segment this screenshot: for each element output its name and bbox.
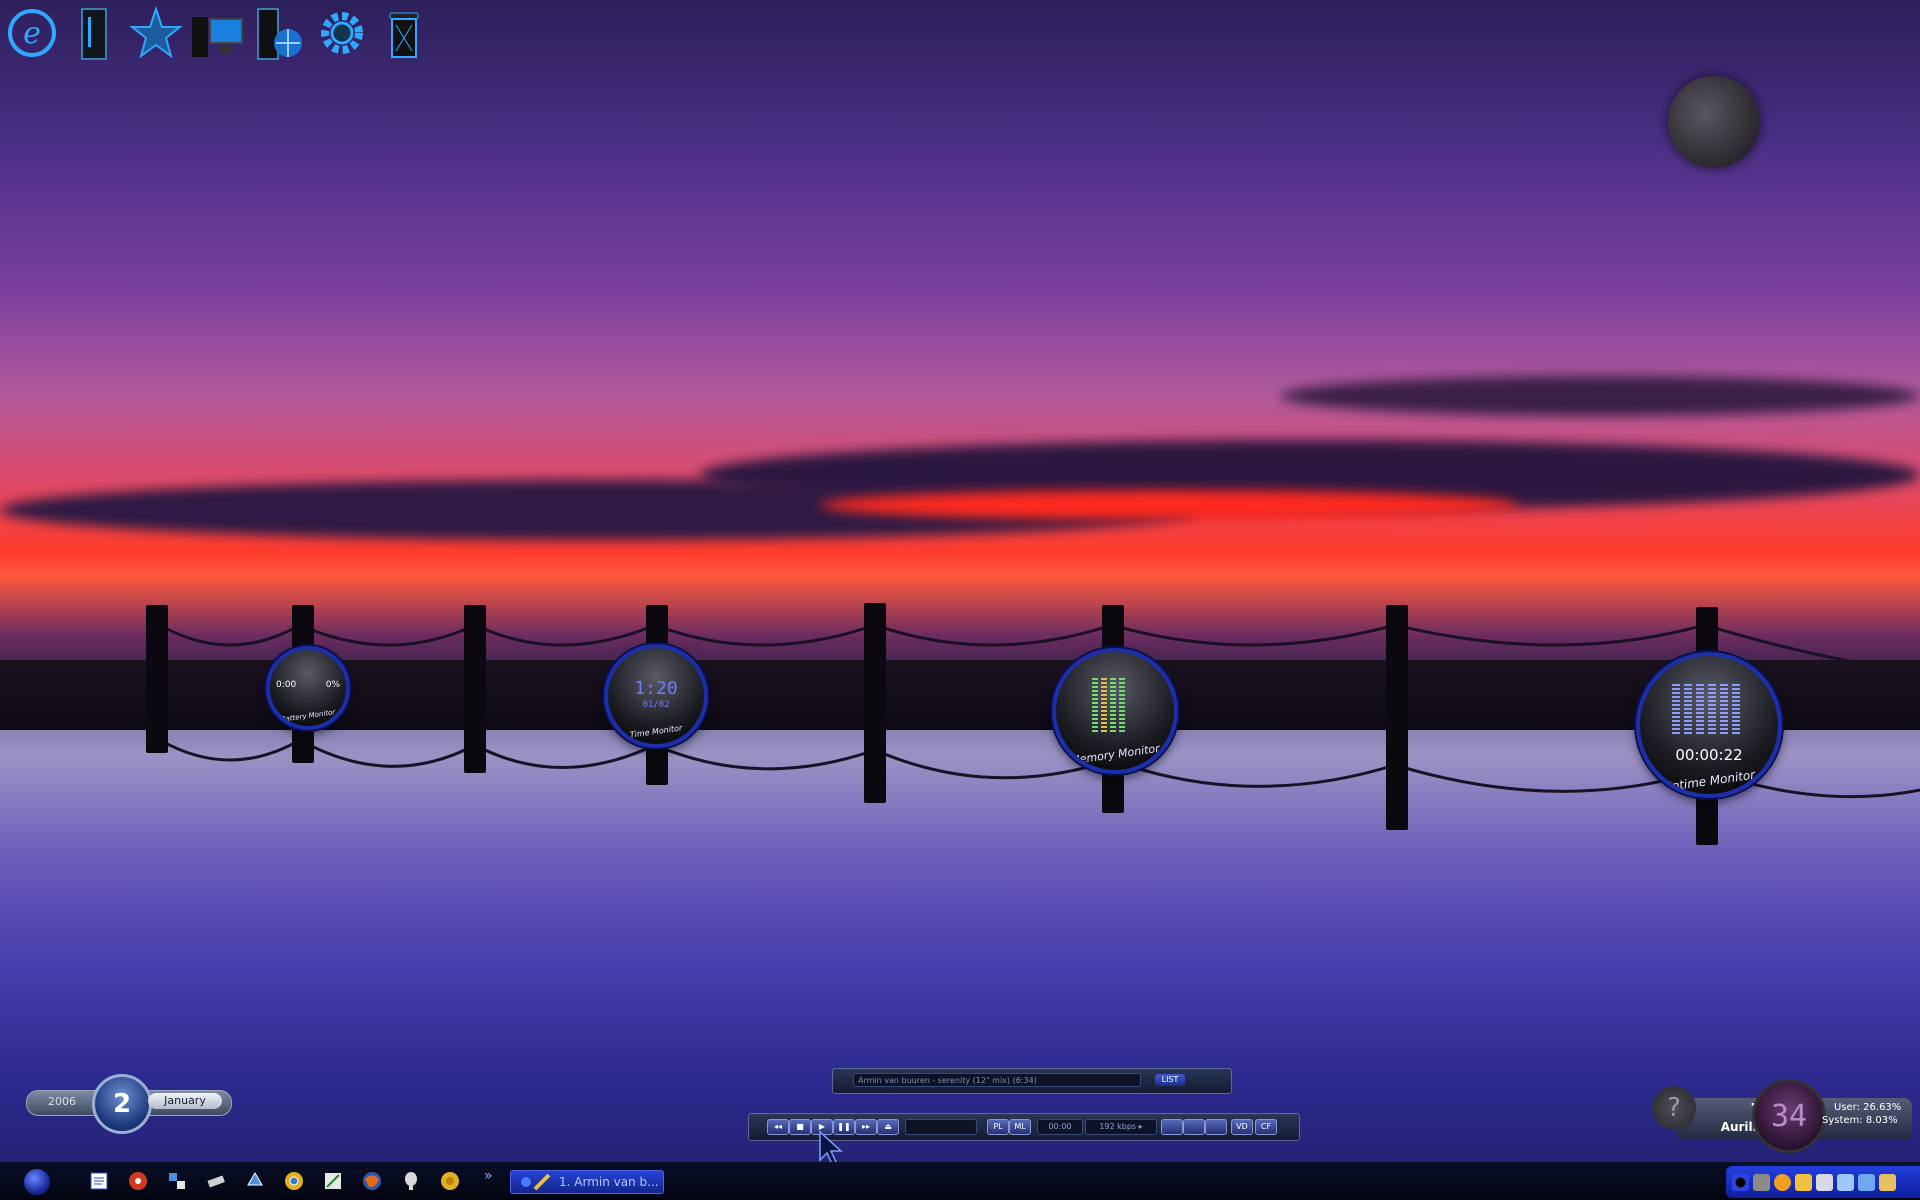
battery-monitor-gadget[interactable]: 0:00 0% Battery Monitor [266, 646, 350, 730]
pier-post [864, 603, 886, 803]
uptime-bar [1672, 684, 1680, 734]
quick-launch [84, 1167, 464, 1195]
uptime-monitor-gadget[interactable]: 00:00:22 Uptime Monitor [1636, 652, 1782, 798]
memory-bar [1101, 678, 1107, 734]
player-repeat-icon[interactable] [1161, 1119, 1183, 1135]
ie-icon[interactable]: e [4, 5, 60, 61]
calendar-year: 2006 [48, 1095, 76, 1108]
recycle-icon[interactable] [240, 1167, 269, 1195]
memory-monitor-gadget[interactable]: Memory Monitor [1052, 648, 1178, 774]
player-prev-button[interactable]: ◂◂ [767, 1119, 789, 1135]
weather-icon: ? [1652, 1086, 1696, 1130]
start-button[interactable] [24, 1169, 50, 1195]
uptime-value: 00:00:22 [1675, 746, 1743, 764]
pier-post [464, 605, 486, 773]
player-eject-button[interactable]: ⏏ [877, 1119, 899, 1135]
script-icon[interactable] [318, 1167, 347, 1195]
player-track-title: Armin van buuren - serenity (12" mix) (6… [853, 1073, 1141, 1087]
quick-launch-more[interactable]: » [484, 1168, 493, 1184]
uptime-bar [1684, 684, 1692, 734]
player-task-icon [521, 1173, 551, 1191]
tower-icon[interactable] [66, 5, 122, 61]
memory-bar [1119, 678, 1125, 734]
taskbar-item-player[interactable]: 1. Armin van b... [510, 1170, 664, 1194]
player-stop-button[interactable]: ■ [789, 1119, 811, 1135]
player-eq-icon[interactable] [1183, 1119, 1205, 1135]
calendar-month: January [148, 1093, 222, 1109]
my-computer-icon[interactable] [190, 5, 246, 61]
burn-icon[interactable] [123, 1167, 152, 1195]
player-shuffle-icon[interactable] [1205, 1119, 1227, 1135]
time-clock: 1:20 [634, 678, 678, 699]
tray-icon-3[interactable] [1774, 1173, 1791, 1191]
player-bitrate: 192 kbps ▸ [1085, 1119, 1157, 1135]
player-vd-button[interactable]: VD [1231, 1119, 1253, 1135]
svg-text:e: e [23, 16, 41, 51]
tray-icon-4[interactable] [1795, 1173, 1812, 1191]
uptime-bar [1708, 684, 1716, 734]
player-volume-slider[interactable] [905, 1119, 977, 1135]
tray-icon-5[interactable] [1816, 1173, 1833, 1191]
tray-icon-7[interactable] [1858, 1173, 1875, 1191]
tray-icon-8[interactable] [1879, 1173, 1896, 1191]
memory-bar [1092, 678, 1098, 734]
notepad-icon[interactable] [84, 1167, 113, 1195]
favorites-star-icon[interactable] [128, 5, 184, 61]
tray-icon-2[interactable] [1753, 1173, 1770, 1191]
uptime-bar [1696, 684, 1704, 734]
taskbar-item-label: 1. Armin van b... [559, 1175, 659, 1189]
cpu-meter[interactable]: 34 [1752, 1079, 1826, 1153]
player-next-button[interactable]: ▸▸ [855, 1119, 877, 1135]
uptime-bar [1732, 684, 1740, 734]
recycle-bin-icon[interactable] [376, 5, 432, 61]
uptime-bar [1720, 684, 1728, 734]
memory-bars [1092, 678, 1125, 734]
alien-icon[interactable] [396, 1167, 425, 1195]
player-ml-button[interactable]: ML [1009, 1119, 1031, 1135]
player-time: 00:00 [1037, 1119, 1083, 1135]
player-pl-button[interactable]: PL [987, 1119, 1009, 1135]
calendar-widget[interactable]: 2006 2 January [22, 1074, 232, 1134]
firefox-icon[interactable] [357, 1167, 386, 1195]
pier-post [1386, 605, 1408, 830]
system-tray [1726, 1166, 1920, 1198]
tray-icon-6[interactable] [1837, 1173, 1854, 1191]
settings-gear-icon[interactable] [314, 5, 370, 61]
media-player-playlist-bar: Armin van buuren - serenity (12" mix) (6… [832, 1068, 1232, 1094]
ra-icon[interactable] [435, 1167, 464, 1195]
player-list-button[interactable]: LIST [1155, 1074, 1185, 1086]
memory-bar [1110, 678, 1116, 734]
chrome-icon[interactable] [279, 1167, 308, 1195]
player-cf-button[interactable]: CF [1255, 1119, 1277, 1135]
pier-chains [159, 623, 1920, 799]
battery-percent: 0% [325, 680, 340, 690]
battery-time: 0:00 [276, 680, 297, 690]
taskbar: » 1. Armin van b... [0, 1162, 1920, 1200]
network-icon[interactable] [252, 5, 308, 61]
time-date: 01/02 [642, 700, 670, 710]
network-tool-icon[interactable] [162, 1167, 191, 1195]
tray-icon-1[interactable] [1732, 1173, 1749, 1191]
cpu-system-usage: System: 8.03% [1822, 1115, 1898, 1126]
cpu-user-usage: User: 26.63% [1834, 1102, 1902, 1113]
calendar-day: 2 [92, 1074, 152, 1134]
usb-icon[interactable] [201, 1167, 230, 1195]
pier-post [146, 605, 168, 753]
desktop-launcher: e [4, 4, 432, 62]
uptime-bars [1672, 684, 1740, 734]
time-monitor-gadget[interactable]: 1:20 01/02 Time Monitor [604, 644, 708, 748]
